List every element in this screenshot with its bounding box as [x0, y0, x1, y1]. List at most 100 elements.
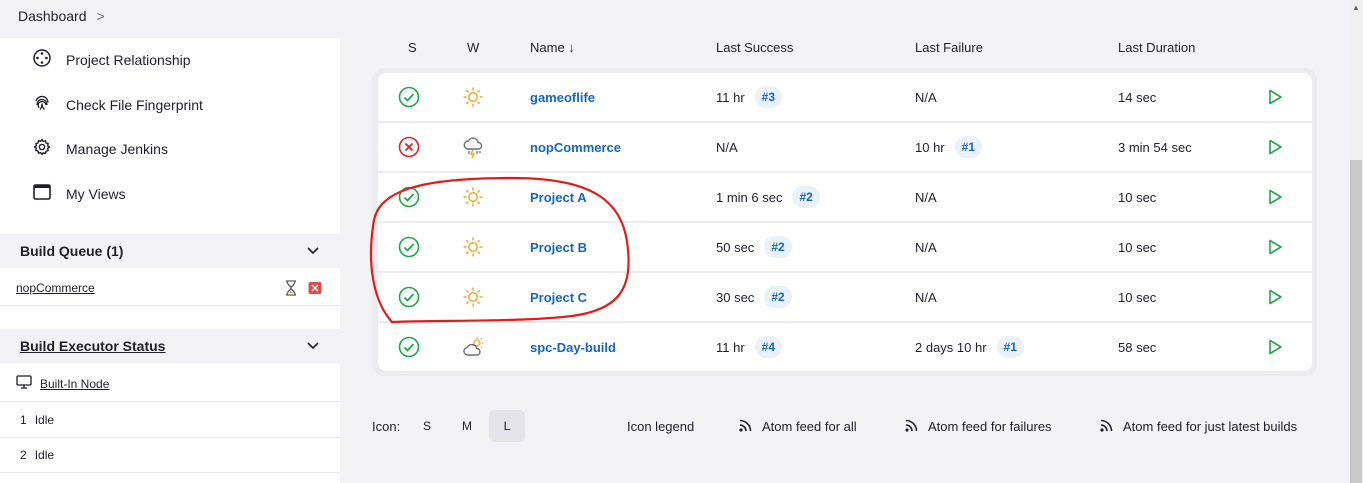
build-badge[interactable]: #3 — [754, 86, 783, 108]
atom-feed-label: Atom feed for failures — [928, 418, 1052, 434]
executor-status-header[interactable]: Build Executor Status — [0, 329, 340, 363]
job-link[interactable]: Project C — [530, 290, 587, 305]
sunny-weather-icon — [462, 273, 484, 321]
computer-icon — [16, 375, 32, 392]
job-link[interactable]: gameoflife — [530, 90, 595, 105]
play-icon[interactable] — [1266, 223, 1284, 271]
queue-item: nopCommerce — [0, 270, 340, 306]
executor-status-title[interactable]: Build Executor Status — [20, 338, 165, 354]
last-success-time: N/A — [716, 139, 738, 155]
build-badge[interactable]: #2 — [764, 286, 792, 308]
sidebar-item-label: Project Relationship — [66, 51, 191, 68]
sidebar-item-check-file-fingerprint[interactable]: Check File Fingerprint — [32, 93, 203, 116]
last-success-time: 30 sec — [716, 289, 755, 305]
breadcrumb: Dashboard > — [18, 8, 105, 24]
play-icon[interactable] — [1266, 323, 1284, 371]
column-header-weather[interactable]: W — [467, 40, 479, 55]
chevron-down-icon[interactable] — [306, 243, 320, 260]
play-icon[interactable] — [1266, 73, 1284, 121]
gear-icon — [32, 137, 52, 160]
sunny-weather-icon — [462, 223, 484, 271]
last-duration: 58 sec — [1118, 339, 1157, 355]
chevron-down-icon[interactable] — [306, 338, 320, 355]
cancel-queue-icon[interactable] — [308, 281, 322, 298]
job-link[interactable]: spc-Day-build — [530, 340, 616, 355]
last-success-time: 11 hr — [716, 89, 745, 105]
column-header-last-failure[interactable]: Last Failure — [915, 40, 983, 55]
last-duration: 14 sec — [1118, 89, 1157, 105]
executor-number: 2 — [20, 448, 27, 462]
build-badge[interactable]: #2 — [792, 186, 820, 208]
breadcrumb-dashboard[interactable]: Dashboard — [18, 8, 87, 24]
last-failure-time: N/A — [915, 89, 937, 105]
executor-state: Idle — [34, 413, 55, 427]
executor-state: Idle — [34, 448, 55, 462]
built-in-node-link[interactable]: Built-In Node — [40, 377, 109, 391]
last-success-time: 50 sec — [716, 239, 755, 255]
rss-icon — [738, 417, 754, 436]
last-failure-time: N/A — [915, 289, 937, 305]
executor-row: 1 Idle — [0, 403, 340, 438]
atom-feed-latest[interactable]: Atom feed for just latest builds — [1099, 410, 1297, 442]
icon-size-m[interactable]: M — [449, 410, 485, 442]
icon-size-l[interactable]: L — [489, 410, 525, 442]
failed-status-icon — [398, 123, 420, 171]
sidebar-item-label: My Views — [66, 185, 126, 202]
table-row: nopCommerce N/A 10 hr #1 3 min 54 sec — [378, 123, 1312, 171]
sidebar-item-label: Check File Fingerprint — [66, 96, 203, 113]
table-row: spc-Day-build 11 hr #4 2 days 10 hr #1 58 … — [378, 323, 1312, 371]
success-status-icon — [398, 173, 420, 221]
scrollbar-thumb[interactable] — [1350, 160, 1362, 483]
success-status-icon — [398, 273, 420, 321]
rss-icon — [904, 417, 920, 436]
icon-size-s[interactable]: S — [409, 410, 445, 442]
column-header-name[interactable]: Name ↓ — [530, 40, 575, 55]
job-link[interactable]: nopCommerce — [530, 140, 621, 155]
top-bar: Dashboard > — [0, 0, 1349, 38]
atom-feed-label: Atom feed for just latest builds — [1123, 418, 1298, 434]
executor-row: 2 Idle — [0, 438, 340, 473]
last-failure-time: 10 hr — [915, 139, 945, 155]
sidebar-item-label: Manage Jenkins — [66, 140, 168, 157]
atom-feed-all[interactable]: Atom feed for all — [738, 410, 857, 442]
build-badge[interactable]: #1 — [954, 136, 982, 158]
fingerprint-icon — [32, 93, 52, 116]
column-header-last-duration[interactable]: Last Duration — [1118, 40, 1195, 55]
sidebar-item-my-views[interactable]: My Views — [32, 182, 126, 205]
table-row: Project C 30 sec #2 N/A 10 sec — [378, 273, 1312, 321]
sidebar-item-project-relationship[interactable]: Project Relationship — [32, 48, 191, 71]
play-icon[interactable] — [1266, 173, 1284, 221]
scroll-up-icon[interactable]: ▲ — [1352, 3, 1360, 12]
success-status-icon — [398, 323, 420, 371]
build-queue-title: Build Queue (1) — [20, 243, 124, 259]
table-row: Project B 50 sec #2 N/A 10 sec — [378, 223, 1312, 271]
hourglass-icon — [284, 280, 298, 299]
queue-item-link[interactable]: nopCommerce — [16, 281, 95, 295]
vertical-scrollbar[interactable]: ▲ — [1349, 0, 1363, 483]
executor-number: 1 — [20, 413, 27, 427]
build-badge[interactable]: #2 — [764, 236, 792, 258]
window-icon — [32, 182, 52, 205]
build-queue-header[interactable]: Build Queue (1) — [0, 234, 340, 268]
table-row: Project A 1 min 6 sec #2 N/A 10 sec — [378, 173, 1312, 221]
icon-size-label: Icon: — [372, 418, 401, 434]
table-row: gameoflife 11 hr #3 N/A 14 sec — [378, 73, 1312, 121]
play-icon[interactable] — [1266, 273, 1284, 321]
build-badge[interactable]: #4 — [754, 336, 783, 358]
sidebar-item-manage-jenkins[interactable]: Manage Jenkins — [32, 137, 168, 160]
partly-cloudy-weather-icon — [462, 323, 486, 371]
last-failure-time: N/A — [915, 189, 937, 205]
column-header-last-success[interactable]: Last Success — [716, 40, 793, 55]
build-badge[interactable]: #1 — [996, 336, 1024, 358]
job-link[interactable]: Project B — [530, 240, 587, 255]
chevron-right-icon[interactable]: > — [97, 8, 105, 24]
job-link[interactable]: Project A — [530, 190, 587, 205]
atom-feed-failures[interactable]: Atom feed for failures — [904, 410, 1052, 442]
sunny-weather-icon — [462, 173, 484, 221]
project-relationship-icon — [32, 48, 52, 71]
icon-legend-link[interactable]: Icon legend — [627, 410, 694, 442]
column-header-status[interactable]: S — [408, 40, 417, 55]
play-icon[interactable] — [1266, 123, 1284, 171]
last-failure-time: 2 days 10 hr — [915, 339, 987, 355]
storm-weather-icon — [462, 123, 486, 171]
